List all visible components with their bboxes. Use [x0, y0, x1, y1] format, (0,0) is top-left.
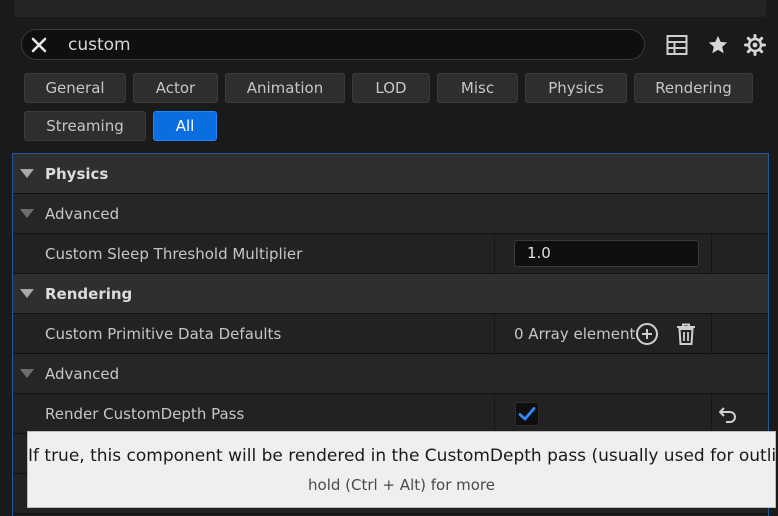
favorites-star-icon[interactable]: [705, 32, 731, 58]
subcategory-label: Advanced: [45, 365, 120, 383]
subcategory-label: Advanced: [45, 205, 120, 223]
add-element-icon[interactable]: [635, 322, 659, 346]
render-customdepth-checkbox[interactable]: [515, 402, 539, 426]
filter-chip-misc[interactable]: Misc: [437, 73, 518, 103]
filter-chip-streaming[interactable]: Streaming: [24, 111, 146, 141]
filter-chip-lod[interactable]: LOD: [352, 73, 430, 103]
property-row-render-customdepth: Render CustomDepth Pass: [13, 394, 768, 434]
subcategory-physics-advanced[interactable]: Advanced: [13, 194, 768, 234]
tooltip-text: If true, this component will be rendered…: [28, 446, 778, 466]
subcategory-rendering-advanced[interactable]: Advanced: [13, 354, 768, 394]
search-input[interactable]: [68, 33, 628, 56]
reset-to-default-icon[interactable]: [716, 402, 740, 426]
filter-chip-physics[interactable]: Physics: [525, 73, 627, 103]
expand-arrow-icon[interactable]: [20, 369, 34, 378]
property-label: Custom Primitive Data Defaults: [45, 325, 282, 343]
sleep-threshold-input[interactable]: 1.0: [514, 240, 699, 267]
clear-search-icon[interactable]: [26, 32, 51, 57]
property-row-custom-primitive-data: Custom Primitive Data Defaults 0 Array e…: [13, 314, 768, 354]
category-label: Physics: [45, 165, 109, 183]
expand-arrow-icon[interactable]: [20, 169, 34, 178]
category-label: Rendering: [45, 285, 133, 303]
table-view-icon[interactable]: [664, 32, 690, 58]
property-row-sleep-threshold: Custom Sleep Threshold Multiplier 1.0: [13, 234, 768, 274]
property-label: Render CustomDepth Pass: [45, 405, 245, 423]
column-divider[interactable]: [494, 394, 495, 434]
filter-chip-general[interactable]: General: [24, 73, 126, 103]
delete-trash-icon[interactable]: [674, 322, 698, 346]
column-divider: [711, 314, 712, 354]
filter-chip-rendering[interactable]: Rendering: [634, 73, 753, 103]
filter-chip-animation[interactable]: Animation: [225, 73, 345, 103]
expand-arrow-icon[interactable]: [20, 289, 34, 298]
settings-gear-icon[interactable]: [742, 32, 768, 58]
search-box[interactable]: [21, 29, 645, 60]
expand-arrow-icon[interactable]: [20, 209, 34, 218]
column-divider[interactable]: [494, 234, 495, 274]
category-physics[interactable]: Physics: [13, 154, 768, 194]
tooltip: If true, this component will be rendered…: [27, 431, 778, 508]
property-label: Custom Sleep Threshold Multiplier: [45, 245, 303, 263]
column-divider[interactable]: [494, 314, 495, 354]
column-divider: [711, 234, 712, 274]
column-divider: [711, 394, 712, 434]
tooltip-hint: hold (Ctrl + Alt) for more: [308, 476, 495, 494]
array-count-text: 0 Array element: [514, 325, 636, 343]
filter-chip-all[interactable]: All: [153, 111, 217, 141]
top-toolbar-strip: [14, 0, 766, 17]
category-rendering[interactable]: Rendering: [13, 274, 768, 314]
filter-chip-actor[interactable]: Actor: [133, 73, 218, 103]
